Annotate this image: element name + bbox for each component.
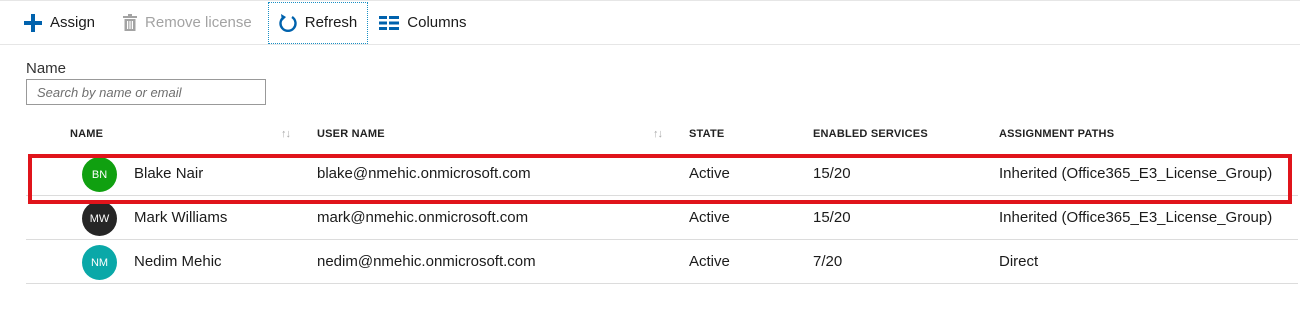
sort-icon[interactable]: ↑↓ [653,128,663,140]
user-principal-name: blake@nmehic.onmicrosoft.com [317,165,531,182]
command-bar: Assign Remove license Refresh Columns [0,0,1300,45]
user-principal-name: mark@nmehic.onmicrosoft.com [317,209,529,226]
assignment-path: Inherited (Office365_E3_License_Group) [999,165,1273,182]
assignment-path: Direct [999,253,1039,270]
state: Active [689,253,730,270]
refresh-icon [279,13,297,33]
enabled-services: 15/20 [813,165,851,182]
table-row[interactable]: BN Blake Nair blake@nmehic.onmicrosoft.c… [26,152,1298,196]
state: Active [689,209,730,226]
assign-button[interactable]: Assign [0,1,105,45]
user-name[interactable]: Nedim Mehic [134,253,222,270]
name-filter-label: Name [26,60,67,77]
trash-icon [123,14,138,31]
user-principal-name: nedim@nmehic.onmicrosoft.com [317,253,536,270]
assignment-path: Inherited (Office365_E3_License_Group) [999,209,1273,226]
column-header-username[interactable]: USER NAME [317,128,385,140]
user-name[interactable]: Blake Nair [134,165,203,182]
user-name[interactable]: Mark Williams [134,209,227,226]
table-row[interactable]: MW Mark Williams mark@nmehic.onmicrosoft… [26,196,1298,240]
sort-icon[interactable]: ↑↓ [281,128,291,140]
columns-button[interactable]: Columns [368,1,476,45]
table-row[interactable]: NM Nedim Mehic nedim@nmehic.onmicrosoft.… [26,240,1298,284]
avatar: MW [82,201,117,236]
grid-header: NAME ↑↓ USER NAME ↑↓ STATE ENABLED SERVI… [26,116,1298,152]
search-input[interactable] [26,79,266,105]
remove-license-label: Remove license [145,14,252,31]
column-header-state[interactable]: STATE [689,128,724,140]
refresh-label: Refresh [304,14,358,31]
enabled-services: 15/20 [813,209,851,226]
users-grid: NAME ↑↓ USER NAME ↑↓ STATE ENABLED SERVI… [26,116,1298,284]
plus-icon [24,13,42,32]
remove-license-button[interactable]: Remove license [105,1,262,45]
refresh-button[interactable]: Refresh [267,1,369,44]
column-header-enabled-services[interactable]: ENABLED SERVICES [813,128,928,140]
column-header-assignment-paths[interactable]: ASSIGNMENT PATHS [999,128,1114,140]
columns-icon [379,15,400,30]
grid-body: BN Blake Nair blake@nmehic.onmicrosoft.c… [26,152,1298,284]
column-header-name[interactable]: NAME [70,128,103,140]
columns-label: Columns [407,14,467,31]
assign-label: Assign [50,14,96,31]
state: Active [689,165,730,182]
avatar: NM [82,245,117,280]
enabled-services: 7/20 [813,253,843,270]
avatar: BN [82,157,117,192]
